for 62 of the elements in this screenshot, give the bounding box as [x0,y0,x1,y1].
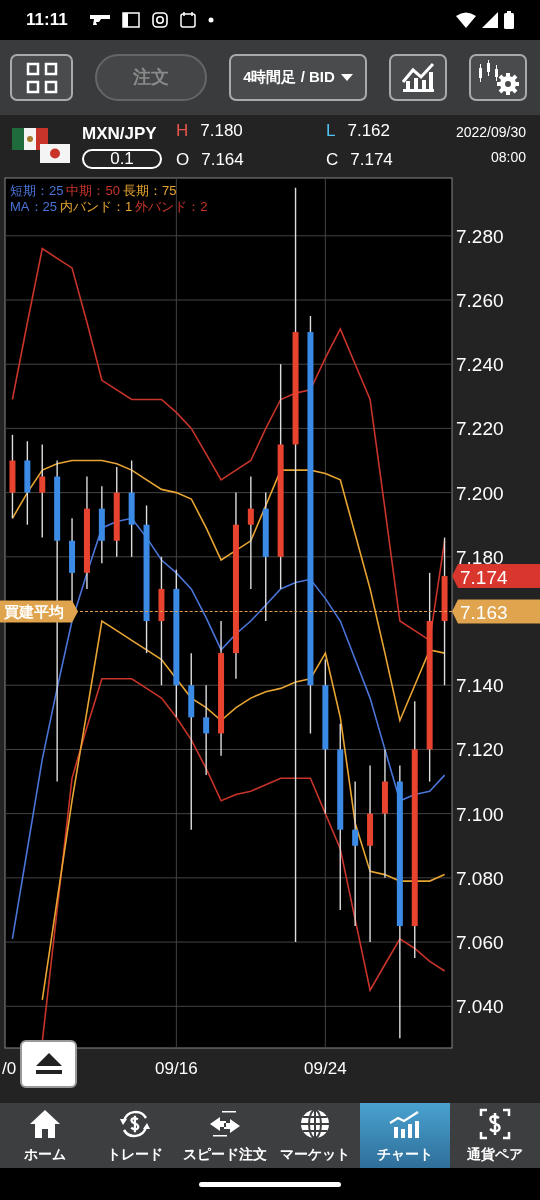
grid-icon [25,61,58,94]
field-value: 7.162 [347,119,390,142]
dot-icon [207,17,214,23]
quote-time: 08:00 [490,148,526,167]
y-axis-label: 7.060 [456,932,504,954]
quote-date: 2022/09/30 [455,123,526,142]
field-value: 7.174 [350,149,393,171]
nav-tab[interactable]: トレード [90,1103,180,1168]
lot-field[interactable]: 0.1 [82,148,162,169]
y-axis-label: 7.100 [456,803,504,825]
calendar-icon [179,11,196,29]
x-axis-label: 09/24 [304,1059,347,1078]
flags-icon [12,125,72,165]
timeframe-dropdown[interactable]: 4時間足 / BID [229,54,367,101]
nav-tab[interactable]: 通貨ペア [450,1103,540,1168]
instagram-icon [151,12,168,28]
chart-icon [401,61,435,94]
dollar-frame-icon [478,1106,512,1141]
chart-settings-button[interactable] [469,54,527,101]
legend-item: 外バンド：2 [135,199,208,215]
average-price-tag: 7.163 [452,599,540,624]
legend-item: 中期：50 [66,183,120,199]
y-axis-label: 7.080 [456,867,504,889]
nav-tab[interactable]: スピード注文 [180,1103,270,1168]
field-key: O [176,147,190,173]
y-axis-label: 7.220 [456,418,504,440]
field-key: L [326,117,336,143]
nav-tab[interactable]: チャート [360,1103,450,1168]
legend-item: 長期：75 [122,183,177,199]
signal-icon [482,12,498,28]
y-axis-label: 7.120 [456,739,504,761]
legend-item: MA：25 [10,199,57,215]
field-key: H [176,117,189,143]
field-value: 7.180 [200,119,243,142]
x-axis-label: /0 [2,1059,17,1078]
status-time: 11:11 [26,9,68,32]
candles-gear-icon [476,59,520,96]
grid-menu-button[interactable] [10,54,73,101]
y-axis-label: 7.200 [456,482,504,504]
current-price-tag: 7.174 [452,564,540,589]
currency-pair: MXN/JPY [82,123,158,146]
pistol-icon [89,14,110,26]
legend-item: 短期：25 [10,183,64,199]
y-axis-label: 7.040 [456,996,504,1018]
eject-icon [35,1053,62,1075]
field-key: C [326,147,339,173]
battery-icon [504,11,514,29]
nav-tab[interactable]: マーケット [270,1103,360,1168]
eject-button[interactable] [20,1040,77,1088]
app-icon [121,11,140,29]
y-axis-label: 7.280 [456,225,504,247]
x-axis-label: 09/16 [155,1059,198,1078]
y-axis-label: 7.240 [456,354,504,376]
indicator-button[interactable] [389,54,447,101]
y-axis-label: 7.260 [456,290,504,311]
nav-tab[interactable]: ホーム [0,1103,90,1168]
y-axis-label: 7.140 [456,675,504,697]
legend-item: 内バンド：1 [59,199,133,215]
average-label-tag: 買建平均 [0,600,78,623]
wifi-icon [456,12,476,28]
caret-icon [340,73,353,82]
field-value: 7.164 [201,149,244,171]
